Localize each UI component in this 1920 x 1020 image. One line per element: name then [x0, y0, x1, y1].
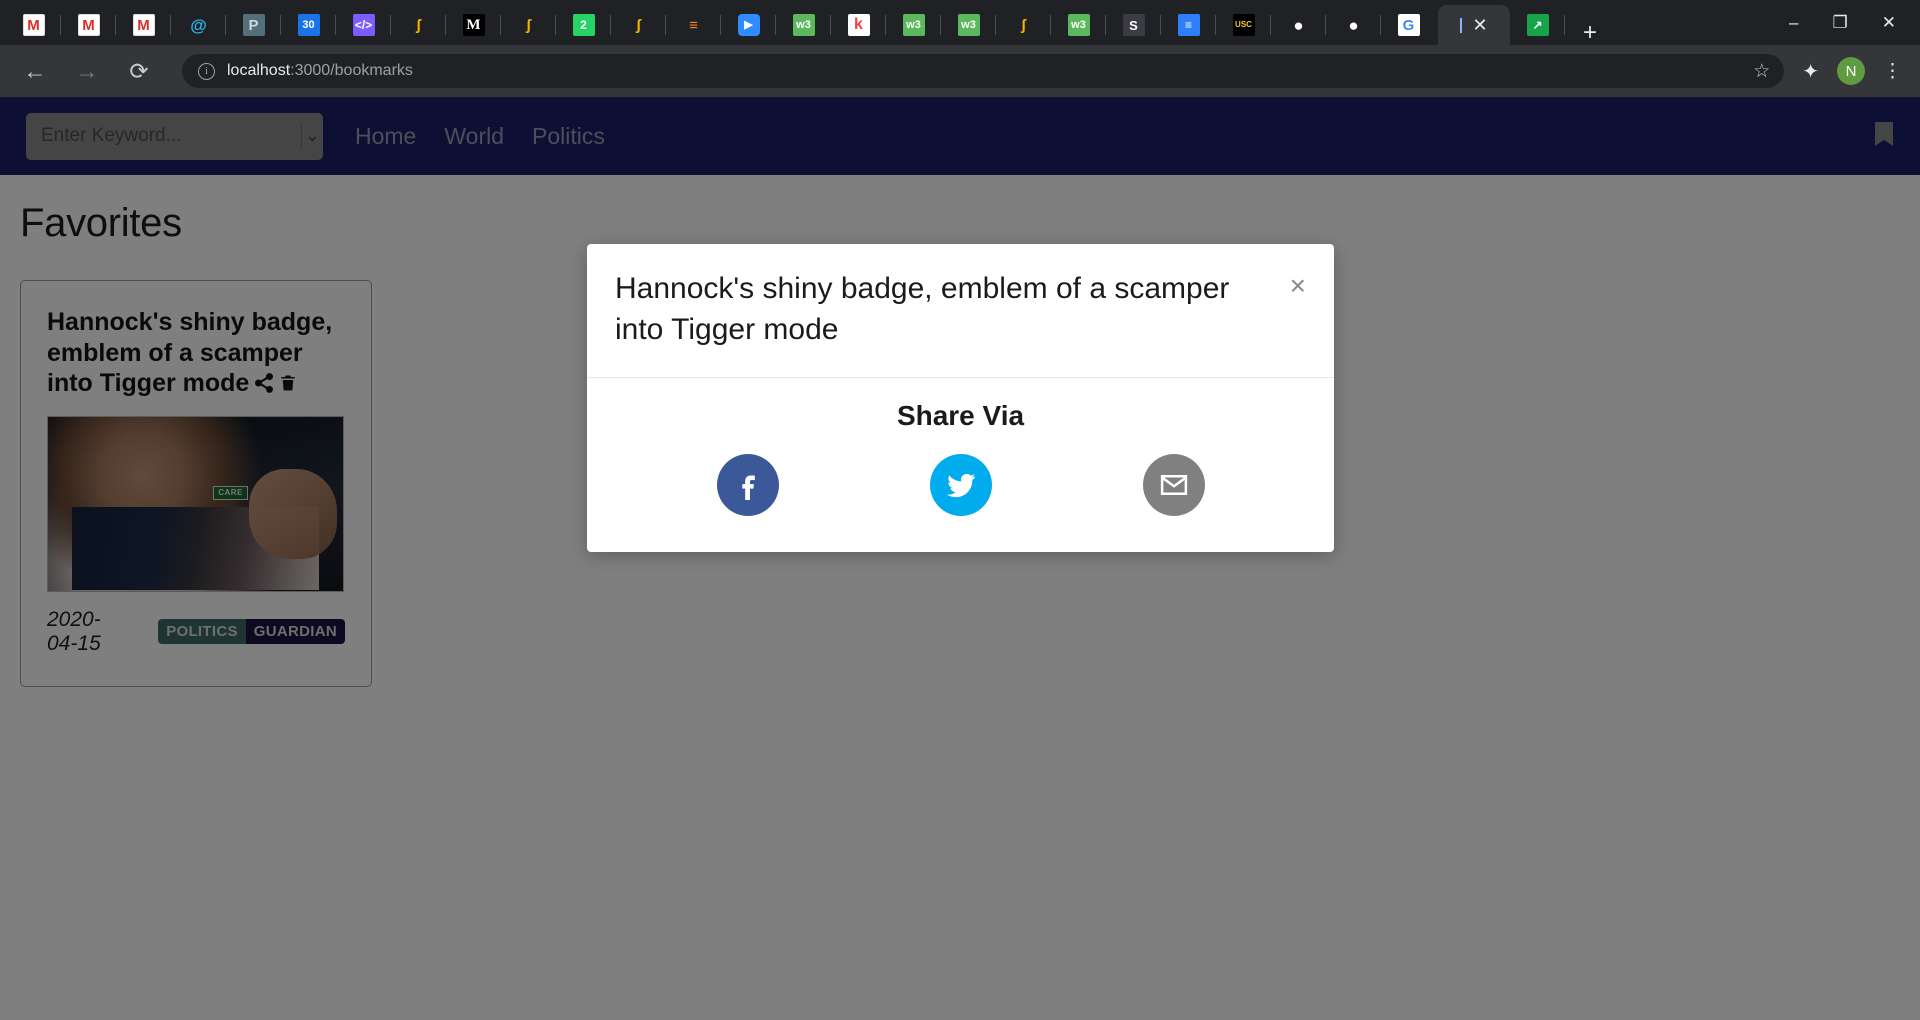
javascript-tab-4[interactable]: ʃ: [996, 5, 1051, 45]
tab-excel[interactable]: ↗: [1510, 5, 1565, 45]
zoom-tab[interactable]: ▶: [721, 5, 776, 45]
w3schools-tab-4[interactable]: w3: [1051, 5, 1106, 45]
twitter-share-button[interactable]: [929, 453, 992, 516]
sitepoint-tab[interactable]: S: [1106, 5, 1161, 45]
usc-icon: USC: [1232, 14, 1255, 36]
url-host: localhost: [227, 62, 291, 79]
gmail-2-icon: M: [77, 14, 100, 36]
forward-button[interactable]: →: [70, 59, 104, 83]
avatar[interactable]: N: [1837, 57, 1865, 85]
calendar-tab[interactable]: 30: [281, 5, 336, 45]
maximize-icon[interactable]: ❐: [1833, 14, 1848, 31]
w3schools-2-icon: w3: [902, 14, 925, 36]
codepen-tab[interactable]: </>: [336, 5, 391, 45]
google-icon: G: [1397, 14, 1420, 36]
facebook-share-button[interactable]: [716, 453, 779, 516]
medium-tab[interactable]: M: [446, 5, 501, 45]
javascript-2-icon: ʃ: [517, 14, 540, 36]
modal-title: Hannock's shiny badge, emblem of a scamp…: [615, 272, 1230, 347]
postman-icon: P: [242, 14, 265, 36]
w3schools-1-icon: w3: [792, 14, 815, 36]
new-tab-button[interactable]: +: [1583, 21, 1597, 45]
postman-tab[interactable]: P: [226, 5, 281, 45]
modal-close-icon[interactable]: ×: [1290, 272, 1306, 300]
github-2-icon: ●: [1342, 14, 1365, 36]
whatsapp-icon: 2: [572, 14, 595, 36]
gmail-tab-1[interactable]: M: [6, 5, 61, 45]
sitepoint-icon: S: [1122, 14, 1145, 36]
stackoverflow-icon: ≡: [682, 14, 705, 36]
address-bar[interactable]: i localhost:3000/bookmarks ☆: [182, 54, 1785, 88]
extensions-icon[interactable]: ✦: [1802, 59, 1819, 84]
browser-menu-icon[interactable]: ⋮: [1883, 60, 1902, 83]
usc-tab[interactable]: USC: [1216, 5, 1271, 45]
page-viewport: ⌄ HomeWorldPolitics Favorites Hannock's …: [0, 97, 1920, 1020]
docs-icon: ≡: [1177, 14, 1200, 36]
whatsapp-tab[interactable]: 2: [556, 5, 611, 45]
share-modal: Hannock's shiny badge, emblem of a scamp…: [587, 244, 1334, 552]
zoom-icon: ▶: [737, 14, 760, 36]
gmail-3-icon: M: [132, 14, 155, 36]
bookmark-star-icon[interactable]: ☆: [1753, 60, 1770, 83]
active-tab[interactable]: ✕: [1438, 5, 1510, 45]
github-tab-1[interactable]: ●: [1271, 5, 1326, 45]
kotlin-icon: k: [847, 14, 870, 36]
share-buttons-row: [615, 453, 1306, 516]
gmail-tab-2[interactable]: M: [61, 5, 116, 45]
share-heading: Share Via: [896, 399, 1025, 431]
google-tab[interactable]: G: [1381, 5, 1436, 45]
javascript-tab-1[interactable]: ʃ: [391, 5, 446, 45]
stackoverflow-tab[interactable]: ≡: [666, 5, 721, 45]
back-button[interactable]: ←: [18, 59, 52, 83]
outlook-tab[interactable]: @: [171, 5, 226, 45]
close-icon[interactable]: ✕: [1472, 16, 1487, 34]
docs-tab[interactable]: ≡: [1161, 5, 1216, 45]
javascript-4-icon: ʃ: [1012, 14, 1035, 36]
javascript-1-icon: ʃ: [407, 14, 430, 36]
browser-window: M M M @ P 30 </> ʃ Mʃ 2 ʃ ≡ ▶ w3 k w3 w3 ʃ w3 S ≡ USC ● ● G ✕ ↗ …: [0, 0, 1920, 1020]
window-controls: – ❐ ✕: [1789, 0, 1920, 45]
medium-icon: M: [462, 14, 485, 36]
w3schools-tab-3[interactable]: w3: [941, 5, 996, 45]
gmail-1-icon: M: [22, 14, 45, 36]
excel-icon: ↗: [1526, 14, 1549, 36]
browser-toolbar: ← → ⟳ i localhost:3000/bookmarks ☆ ✦ N ⋮: [0, 45, 1920, 97]
javascript-3-icon: ʃ: [627, 14, 650, 36]
outlook-icon: @: [187, 14, 210, 36]
kotlin-tab[interactable]: k: [831, 5, 886, 45]
modal-body: Share Via: [587, 378, 1334, 552]
github-tab-2[interactable]: ●: [1326, 5, 1381, 45]
calendar-icon: 30: [297, 14, 320, 36]
pinned-tabs-container: M M M @ P 30 </> ʃ Mʃ 2 ʃ ≡ ▶ w3 k w3 w3 ʃ w3 S ≡ USC ● ● G: [6, 5, 1436, 45]
minimize-icon[interactable]: –: [1789, 14, 1798, 31]
javascript-tab-3[interactable]: ʃ: [611, 5, 666, 45]
modal-header: Hannock's shiny badge, emblem of a scamp…: [587, 244, 1334, 378]
codepen-icon: </>: [352, 14, 375, 36]
reload-button[interactable]: ⟳: [122, 59, 156, 83]
tab-caret-icon: [1460, 17, 1463, 33]
url-text: localhost:3000/bookmarks: [227, 62, 413, 80]
tab-strip: M M M @ P 30 </> ʃ Mʃ 2 ʃ ≡ ▶ w3 k w3 w3 ʃ w3 S ≡ USC ● ● G ✕ ↗ …: [0, 0, 1920, 45]
w3schools-tab-2[interactable]: w3: [886, 5, 941, 45]
url-path: :3000/bookmarks: [290, 62, 413, 79]
w3schools-3-icon: w3: [957, 14, 980, 36]
w3schools-4-icon: w3: [1067, 14, 1090, 36]
github-1-icon: ●: [1287, 14, 1310, 36]
window-close-icon[interactable]: ✕: [1882, 14, 1896, 31]
javascript-tab-2[interactable]: ʃ: [501, 5, 556, 45]
modal-overlay[interactable]: [0, 97, 1920, 1020]
gmail-tab-3[interactable]: M: [116, 5, 171, 45]
w3schools-tab-1[interactable]: w3: [776, 5, 831, 45]
site-info-icon[interactable]: i: [198, 62, 215, 80]
email-share-button[interactable]: [1142, 453, 1205, 516]
